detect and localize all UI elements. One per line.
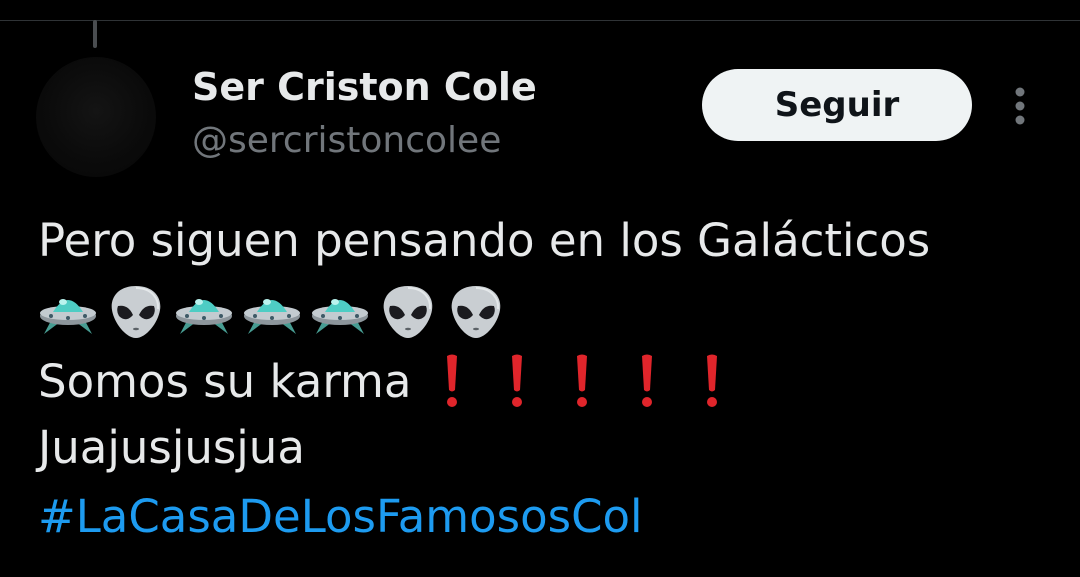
avatar[interactable] [36,57,156,177]
thread-connector-line [93,20,97,48]
exclamation-icon [640,352,654,412]
flying-saucer-icon [310,282,370,342]
hashtag-line: #LaCasaDeLosFamososCol [38,484,1058,553]
tweet-line-4: Juajusjusjua [38,421,305,474]
exclamation-icon [510,352,524,412]
exclamation-icon [575,352,589,412]
top-divider [0,20,1080,21]
tweet-line-3-text: Somos su karma [38,355,412,408]
alien-icon [378,282,438,342]
flying-saucer-icon [242,282,302,342]
flying-saucer-icon [174,282,234,342]
author-handle[interactable]: @sercristoncolee [192,117,501,165]
tweet-line-3: Somos su karma [38,346,1058,415]
follow-button[interactable]: Seguir [702,69,972,141]
flying-saucer-icon [38,282,98,342]
alien-icon [106,282,166,342]
more-options-button[interactable] [1004,82,1036,130]
hashtag-link[interactable]: #LaCasaDeLosFamososCol [38,490,643,543]
tweet-line-1: Pero siguen pensando en los Galácticos [38,214,931,267]
tweet-text: Pero siguen pensando en los Galácticos S… [38,208,1058,553]
exclamation-icon [445,352,459,412]
emoji-row [38,277,1058,346]
exclamation-icon [705,352,719,412]
author-name[interactable]: Ser Criston Cole [192,62,537,112]
alien-icon [446,282,506,342]
more-vertical-icon [1015,87,1025,125]
